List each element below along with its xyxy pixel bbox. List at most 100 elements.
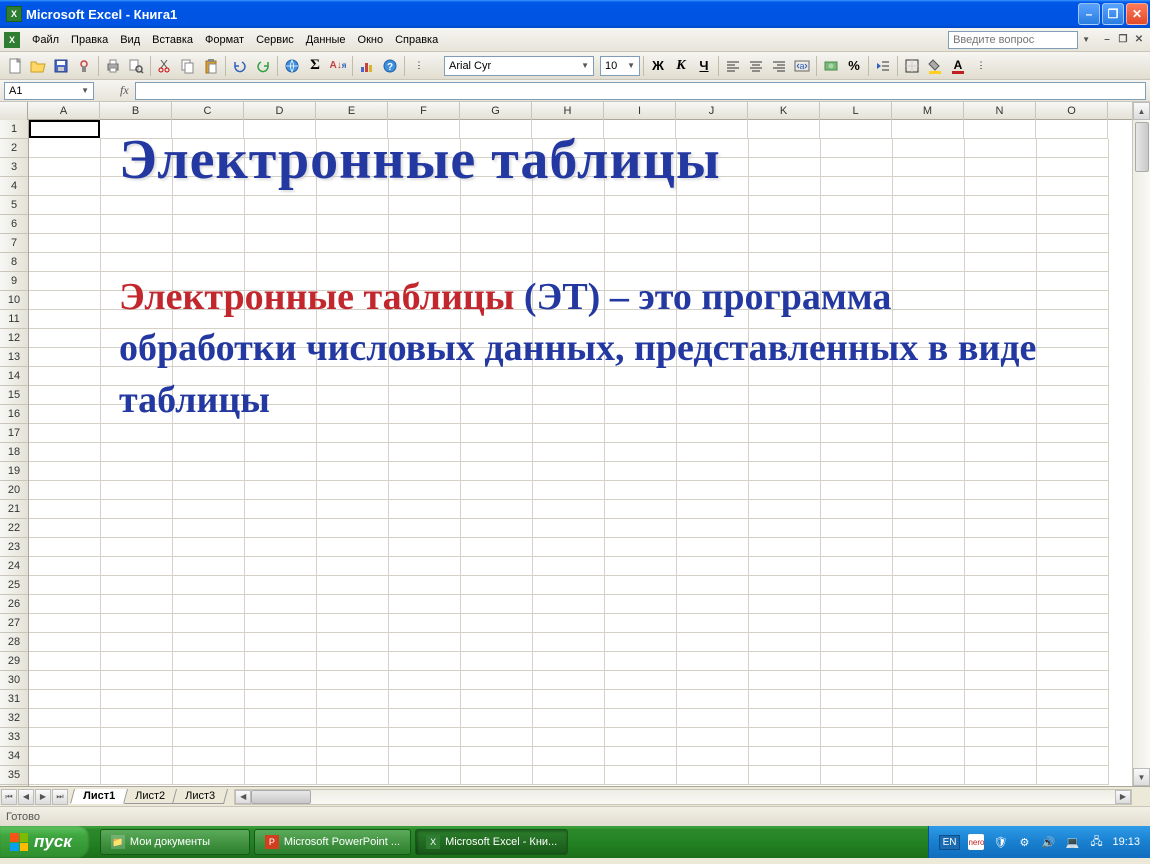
cell-C6[interactable] bbox=[173, 215, 245, 234]
cell-N2[interactable] bbox=[965, 139, 1037, 158]
cell-E21[interactable] bbox=[317, 500, 389, 519]
cell-F28[interactable] bbox=[389, 633, 461, 652]
menu-view[interactable]: Вид bbox=[114, 31, 146, 49]
cell-N32[interactable] bbox=[965, 709, 1037, 728]
cell-A18[interactable] bbox=[29, 443, 101, 462]
cell-F6[interactable] bbox=[389, 215, 461, 234]
cell-A7[interactable] bbox=[29, 234, 101, 253]
cell-D33[interactable] bbox=[245, 728, 317, 747]
cell-B25[interactable] bbox=[101, 576, 173, 595]
fx-icon[interactable]: fx bbox=[120, 83, 129, 98]
cell-H25[interactable] bbox=[533, 576, 605, 595]
align-center-icon[interactable] bbox=[745, 55, 767, 77]
scroll-up-button[interactable]: ▲ bbox=[1133, 102, 1150, 120]
maximize-button[interactable]: ❐ bbox=[1102, 3, 1124, 25]
cell-I5[interactable] bbox=[605, 196, 677, 215]
row-head-9[interactable]: 9 bbox=[0, 272, 28, 291]
cell-K4[interactable] bbox=[749, 177, 821, 196]
cell-L34[interactable] bbox=[821, 747, 893, 766]
cell-K12[interactable] bbox=[749, 329, 821, 348]
cell-F22[interactable] bbox=[389, 519, 461, 538]
cell-O2[interactable] bbox=[1037, 139, 1109, 158]
cell-C2[interactable] bbox=[173, 139, 245, 158]
cell-B16[interactable] bbox=[101, 405, 173, 424]
cell-F21[interactable] bbox=[389, 500, 461, 519]
cell-M24[interactable] bbox=[893, 557, 965, 576]
cell-J9[interactable] bbox=[677, 272, 749, 291]
cell-F25[interactable] bbox=[389, 576, 461, 595]
tray-icon-2[interactable]: ⚙ bbox=[1016, 834, 1032, 850]
cell-M27[interactable] bbox=[893, 614, 965, 633]
cell-I7[interactable] bbox=[605, 234, 677, 253]
paste-icon[interactable] bbox=[200, 55, 222, 77]
cell-M11[interactable] bbox=[893, 310, 965, 329]
cell-G22[interactable] bbox=[461, 519, 533, 538]
cell-G8[interactable] bbox=[461, 253, 533, 272]
underline-button[interactable]: Ч bbox=[693, 55, 715, 77]
cell-A30[interactable] bbox=[29, 671, 101, 690]
cell-N6[interactable] bbox=[965, 215, 1037, 234]
cell-K3[interactable] bbox=[749, 158, 821, 177]
cell-C17[interactable] bbox=[173, 424, 245, 443]
toolbar-options-icon[interactable]: ⋮ bbox=[408, 55, 430, 77]
cell-B35[interactable] bbox=[101, 766, 173, 785]
cell-J18[interactable] bbox=[677, 443, 749, 462]
cell-O5[interactable] bbox=[1037, 196, 1109, 215]
cell-E27[interactable] bbox=[317, 614, 389, 633]
col-head-j[interactable]: J bbox=[676, 102, 748, 120]
cell-M35[interactable] bbox=[893, 766, 965, 785]
cell-G31[interactable] bbox=[461, 690, 533, 709]
cell-J2[interactable] bbox=[677, 139, 749, 158]
cell-K8[interactable] bbox=[749, 253, 821, 272]
cell-J25[interactable] bbox=[677, 576, 749, 595]
cell-L18[interactable] bbox=[821, 443, 893, 462]
cell-M16[interactable] bbox=[893, 405, 965, 424]
horizontal-scrollbar[interactable]: ◀ ▶ bbox=[234, 789, 1132, 805]
cell-C8[interactable] bbox=[173, 253, 245, 272]
cell-M15[interactable] bbox=[893, 386, 965, 405]
row-head-15[interactable]: 15 bbox=[0, 386, 28, 405]
cell-E4[interactable] bbox=[317, 177, 389, 196]
cell-D20[interactable] bbox=[245, 481, 317, 500]
row-head-23[interactable]: 23 bbox=[0, 538, 28, 557]
cell-D32[interactable] bbox=[245, 709, 317, 728]
cell-B10[interactable] bbox=[101, 291, 173, 310]
cell-I28[interactable] bbox=[605, 633, 677, 652]
scroll-left-button[interactable]: ◀ bbox=[235, 790, 251, 804]
row-head-10[interactable]: 10 bbox=[0, 291, 28, 310]
cell-K7[interactable] bbox=[749, 234, 821, 253]
cell-F33[interactable] bbox=[389, 728, 461, 747]
cell-N34[interactable] bbox=[965, 747, 1037, 766]
cell-G21[interactable] bbox=[461, 500, 533, 519]
cell-K34[interactable] bbox=[749, 747, 821, 766]
cell-M1[interactable] bbox=[892, 120, 964, 139]
cell-N3[interactable] bbox=[965, 158, 1037, 177]
cell-G13[interactable] bbox=[461, 348, 533, 367]
cell-I3[interactable] bbox=[605, 158, 677, 177]
cell-C9[interactable] bbox=[173, 272, 245, 291]
cell-A5[interactable] bbox=[29, 196, 101, 215]
cell-L17[interactable] bbox=[821, 424, 893, 443]
cell-L2[interactable] bbox=[821, 139, 893, 158]
cell-K30[interactable] bbox=[749, 671, 821, 690]
cell-G29[interactable] bbox=[461, 652, 533, 671]
cell-A17[interactable] bbox=[29, 424, 101, 443]
cell-M4[interactable] bbox=[893, 177, 965, 196]
cell-O6[interactable] bbox=[1037, 215, 1109, 234]
cell-O26[interactable] bbox=[1037, 595, 1109, 614]
cell-G33[interactable] bbox=[461, 728, 533, 747]
row-head-31[interactable]: 31 bbox=[0, 690, 28, 709]
cell-C21[interactable] bbox=[173, 500, 245, 519]
doc-restore-button[interactable]: ❐ bbox=[1116, 33, 1130, 47]
cell-I29[interactable] bbox=[605, 652, 677, 671]
cell-A4[interactable] bbox=[29, 177, 101, 196]
cell-L28[interactable] bbox=[821, 633, 893, 652]
cell-H16[interactable] bbox=[533, 405, 605, 424]
cell-I30[interactable] bbox=[605, 671, 677, 690]
cell-E28[interactable] bbox=[317, 633, 389, 652]
cell-M32[interactable] bbox=[893, 709, 965, 728]
cell-D26[interactable] bbox=[245, 595, 317, 614]
cell-A22[interactable] bbox=[29, 519, 101, 538]
cell-L6[interactable] bbox=[821, 215, 893, 234]
cell-M5[interactable] bbox=[893, 196, 965, 215]
